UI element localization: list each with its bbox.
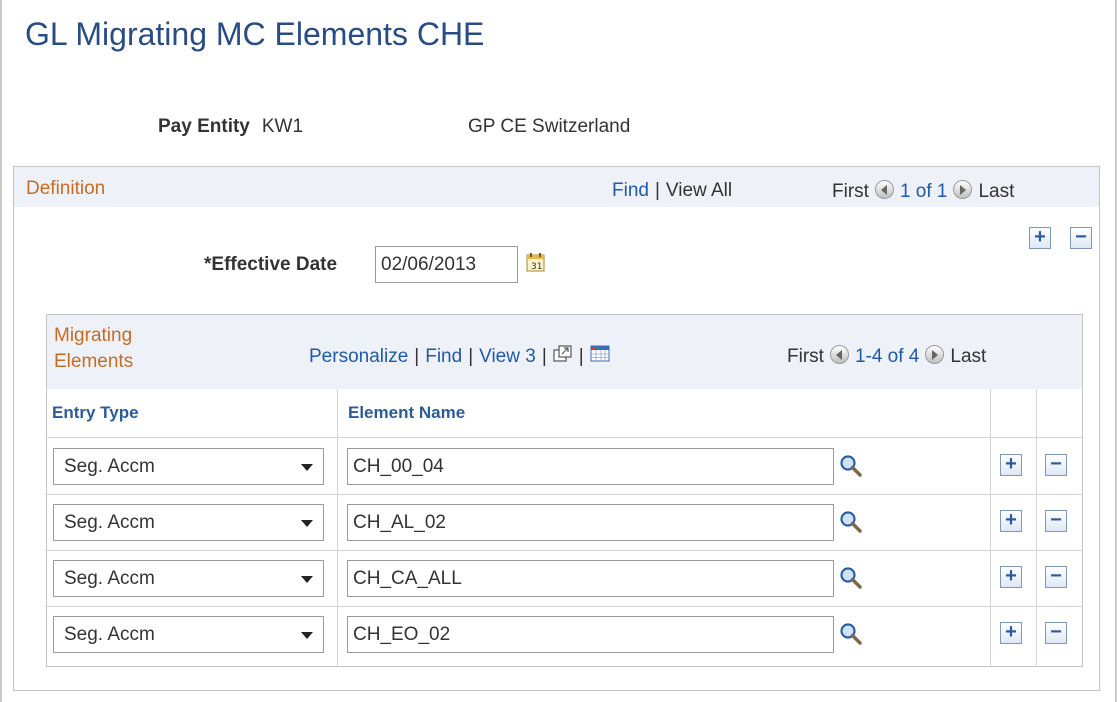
entry-type-select[interactable]: Seg. Accm — [53, 448, 324, 485]
next-arrow-icon[interactable] — [953, 180, 973, 199]
definition-last-label[interactable]: Last — [978, 181, 1014, 202]
separator: | — [578, 346, 584, 367]
definition-view-all-link[interactable]: View All — [666, 180, 732, 201]
delete-row-button[interactable]: − — [1045, 510, 1067, 532]
personalize-link[interactable]: Personalize — [309, 346, 408, 367]
definition-find-link[interactable]: Find — [612, 180, 649, 201]
entry-type-select[interactable]: Seg. Accm — [53, 560, 324, 597]
table-row: Seg. Accm CH_EO_02 + − — [47, 606, 1082, 662]
table-row: Seg. Accm CH_CA_ALL + − — [47, 550, 1082, 607]
effective-date-input[interactable]: 02/06/2013 — [375, 246, 518, 283]
lookup-search-icon[interactable] — [839, 510, 863, 534]
next-arrow-icon[interactable] — [925, 345, 945, 364]
table-row: Seg. Accm CH_AL_02 + − — [47, 494, 1082, 551]
svg-text:31: 31 — [531, 262, 542, 272]
lookup-search-icon[interactable] — [839, 622, 863, 646]
element-name-input[interactable]: CH_EO_02 — [347, 616, 834, 653]
pay-entity-label: Pay Entity — [158, 116, 250, 137]
delete-row-button[interactable]: − — [1045, 622, 1067, 644]
pay-entity-row: Pay Entity KW1 GP CE Switzerland — [158, 116, 630, 138]
separator: | — [654, 180, 660, 201]
element-name-input[interactable]: CH_00_04 — [347, 448, 834, 485]
grid-find-link[interactable]: Find — [425, 346, 462, 367]
delete-row-button[interactable]: − — [1070, 227, 1092, 249]
entry-type-value: Seg. Accm — [64, 568, 155, 589]
zoom-grid-icon[interactable] — [553, 345, 573, 363]
dropdown-arrow-icon — [301, 576, 313, 583]
definition-section: Definition Find | View All First 1 of 1 Last… — [13, 166, 1100, 691]
definition-first-label[interactable]: First — [832, 181, 869, 202]
grid-title: Migrating Elements — [54, 325, 134, 372]
migrating-elements-grid: Migrating Elements Personalize | Find | View… — [46, 314, 1083, 667]
frame-left-border — [0, 0, 2, 702]
entry-type-select[interactable]: Seg. Accm — [53, 504, 324, 541]
delete-row-button[interactable]: − — [1045, 454, 1067, 476]
element-name-column-header[interactable]: Element Name — [348, 403, 465, 423]
element-name-input[interactable]: CH_CA_ALL — [347, 560, 834, 597]
add-row-button[interactable]: + — [1000, 566, 1022, 588]
grid-nav: Personalize | Find | View 3 | | — [309, 345, 610, 368]
lookup-search-icon[interactable] — [839, 454, 863, 478]
pay-entity-code: KW1 — [261, 116, 304, 137]
delete-row-button[interactable]: − — [1045, 566, 1067, 588]
element-name-input[interactable]: CH_AL_02 — [347, 504, 834, 541]
add-row-button[interactable]: + — [1000, 510, 1022, 532]
previous-arrow-icon[interactable] — [829, 345, 849, 364]
effective-date-label: *Effective Date — [204, 254, 338, 275]
add-row-button[interactable]: + — [1000, 454, 1022, 476]
definition-header: Definition Find | View All First 1 of 1 Last — [14, 167, 1099, 207]
grid-view-link[interactable]: View 3 — [479, 346, 536, 367]
previous-arrow-icon[interactable] — [874, 180, 894, 199]
entry-type-value: Seg. Accm — [64, 624, 155, 645]
dropdown-arrow-icon — [301, 632, 313, 639]
grid-pager: First 1-4 of 4 Last — [787, 345, 986, 368]
dropdown-arrow-icon — [301, 520, 313, 527]
definition-pager: First 1 of 1 Last — [832, 180, 1014, 203]
entry-type-value: Seg. Accm — [64, 456, 155, 477]
entry-type-value: Seg. Accm — [64, 512, 155, 533]
pay-entity-description: GP CE Switzerland — [468, 116, 631, 137]
download-spreadsheet-icon[interactable] — [590, 345, 610, 363]
separator: | — [468, 346, 474, 367]
grid-range: 1-4 of 4 — [854, 346, 920, 367]
grid-first-label[interactable]: First — [787, 346, 824, 367]
definition-title: Definition — [26, 178, 106, 199]
definition-range: 1 of 1 — [899, 181, 948, 202]
table-row: Seg. Accm CH_00_04 + − — [47, 438, 1082, 495]
lookup-search-icon[interactable] — [839, 566, 863, 590]
page-title: GL Migrating MC Elements CHE — [25, 16, 485, 52]
separator: | — [541, 346, 547, 367]
calendar-icon[interactable]: 31 — [526, 252, 546, 272]
grid-last-label[interactable]: Last — [950, 346, 986, 367]
entry-type-column-header[interactable]: Entry Type — [52, 403, 139, 423]
add-row-button[interactable]: + — [1000, 622, 1022, 644]
separator: | — [414, 346, 420, 367]
add-row-button[interactable]: + — [1029, 227, 1051, 249]
entry-type-select[interactable]: Seg. Accm — [53, 616, 324, 653]
grid-header: Migrating Elements Personalize | Find | View… — [47, 315, 1082, 389]
dropdown-arrow-icon — [301, 464, 313, 471]
definition-nav: Find | View All — [612, 180, 732, 202]
column-header-row: Entry Type Element Name — [47, 389, 1082, 438]
